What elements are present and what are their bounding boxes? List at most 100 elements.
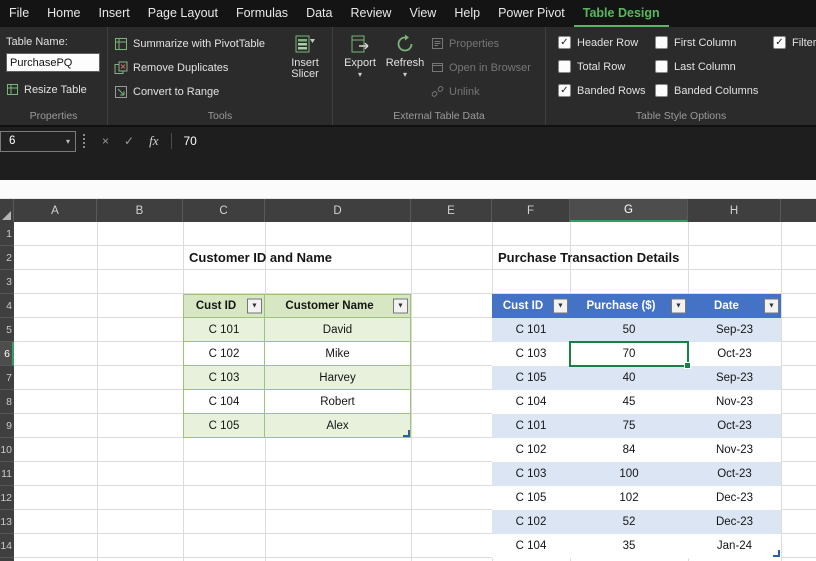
table-cell[interactable]: Alex [265,414,411,438]
filter-button[interactable]: ▼ [247,299,262,314]
row-header-4[interactable]: 4 [0,294,14,318]
table-cell[interactable]: 84 [570,438,688,462]
sheet-grid[interactable]: Customer ID and Name Purchase Transactio… [14,222,816,561]
row-header-10[interactable]: 10 [0,438,14,462]
menu-insert[interactable]: Insert [90,0,139,27]
table-cell[interactable]: C 103 [183,366,265,390]
resize-table-button[interactable]: Resize Table [6,81,87,98]
table-cell[interactable]: Sep-23 [688,318,781,342]
column-header-c[interactable]: C [183,199,265,222]
column-header-d[interactable]: D [265,199,411,222]
refresh-button[interactable]: Refresh ▾ [383,33,427,78]
table-cell[interactable]: Sep-23 [688,366,781,390]
enter-button[interactable]: ✓ [124,134,134,148]
column-header-g-selected[interactable]: G [570,199,688,222]
table-cell[interactable]: C 102 [492,438,570,462]
table-cell[interactable]: Nov-23 [688,390,781,414]
table-cell[interactable]: Oct-23 [688,414,781,438]
formula-input[interactable]: 70 [183,134,196,148]
table-cell[interactable]: Mike [265,342,411,366]
table-cell[interactable]: C 102 [183,342,265,366]
menu-home[interactable]: Home [38,0,89,27]
row-header-3[interactable]: 3 [0,270,14,294]
checkbox-banded-columns[interactable]: Banded Columns [655,84,758,97]
row-header-9[interactable]: 9 [0,414,14,438]
column-header-e[interactable]: E [411,199,492,222]
menu-review[interactable]: Review [341,0,400,27]
table-cell[interactable]: C 104 [492,534,570,558]
table-cell[interactable]: C 105 [492,366,570,390]
table-cell[interactable]: 35 [570,534,688,558]
row-header-14[interactable]: 14 [0,534,14,558]
export-button[interactable]: Export ▾ [341,33,379,78]
column-header-a[interactable]: A [14,199,97,222]
row-header-12[interactable]: 12 [0,486,14,510]
menu-power-pivot[interactable]: Power Pivot [489,0,574,27]
convert-to-range-button[interactable]: Convert to Range [114,83,219,100]
insert-slicer-button[interactable]: Insert Slicer [282,33,328,80]
table-cell[interactable]: C 101 [492,318,570,342]
checkbox-last-column[interactable]: Last Column [655,60,736,73]
column-header-b[interactable]: B [97,199,183,222]
menu-page-layout[interactable]: Page Layout [139,0,227,27]
table-cell[interactable]: 75 [570,414,688,438]
select-all-button[interactable] [0,199,14,222]
summarize-with-pivottable-button[interactable]: Summarize with PivotTable [114,35,265,52]
filter-button[interactable]: ▼ [553,299,568,314]
table-cell[interactable]: C 105 [183,414,265,438]
checkbox-banded-rows[interactable]: ✓ Banded Rows [558,84,646,97]
customer-table-header-cust-id[interactable]: Cust ID ▼ [183,294,265,318]
table-resize-handle[interactable] [773,550,780,557]
table-cell[interactable]: C 104 [492,390,570,414]
menu-data[interactable]: Data [297,0,341,27]
table-cell[interactable]: C 103 [492,462,570,486]
table-cell[interactable]: 102 [570,486,688,510]
table-cell[interactable]: Nov-23 [688,438,781,462]
selected-cell[interactable]: 70 [570,342,688,366]
table-cell[interactable]: C 102 [492,510,570,534]
table-cell[interactable]: Jan-24 [688,534,781,558]
column-header-h[interactable]: H [688,199,781,222]
table-cell[interactable]: Harvey [265,366,411,390]
formula-bar-splitter[interactable] [83,134,87,148]
row-header-8[interactable]: 8 [0,390,14,414]
row-header-7[interactable]: 7 [0,366,14,390]
row-header-5[interactable]: 5 [0,318,14,342]
table-cell[interactable]: 50 [570,318,688,342]
customer-table-header-customer-name[interactable]: Customer Name ▼ [265,294,411,318]
checkbox-header-row[interactable]: ✓ Header Row [558,36,638,49]
unlink-button[interactable]: Unlink [431,83,480,100]
purchase-table-header-cust-id[interactable]: Cust ID ▼ [492,294,570,318]
checkbox-filter[interactable]: ✓ Filter [773,36,816,49]
table-cell[interactable]: Dec-23 [688,510,781,534]
menu-file[interactable]: File [0,0,38,27]
column-header-f[interactable]: F [492,199,570,222]
table-cell[interactable]: 100 [570,462,688,486]
table-cell[interactable]: Dec-23 [688,486,781,510]
remove-duplicates-button[interactable]: Remove Duplicates [114,59,228,76]
table-cell[interactable]: Oct-23 [688,462,781,486]
row-header-1[interactable]: 1 [0,222,14,246]
menu-help[interactable]: Help [445,0,489,27]
insert-function-button[interactable]: fx [149,133,158,149]
table-cell[interactable]: 45 [570,390,688,414]
table-cell[interactable]: C 105 [492,486,570,510]
table-properties-button[interactable]: Properties [431,35,499,52]
table-cell[interactable]: C 101 [183,318,265,342]
name-box[interactable]: 6 ▾ [0,131,76,152]
checkbox-first-column[interactable]: First Column [655,36,736,49]
row-header-2[interactable]: 2 [0,246,14,270]
table-cell[interactable]: C 103 [492,342,570,366]
row-header-6-selected[interactable]: 6 [0,342,14,366]
table-cell[interactable]: 52 [570,510,688,534]
purchase-table-header-purchase[interactable]: Purchase ($) ▼ [570,294,688,318]
tab-table-design[interactable]: Table Design [574,0,669,27]
menu-view[interactable]: View [400,0,445,27]
filter-button[interactable]: ▼ [671,299,686,314]
row-header-11[interactable]: 11 [0,462,14,486]
open-in-browser-button[interactable]: Open in Browser [431,59,531,76]
table-resize-handle[interactable] [403,430,410,437]
column-header-partial[interactable] [781,199,816,222]
table-cell[interactable]: C 104 [183,390,265,414]
table-cell[interactable]: C 101 [492,414,570,438]
